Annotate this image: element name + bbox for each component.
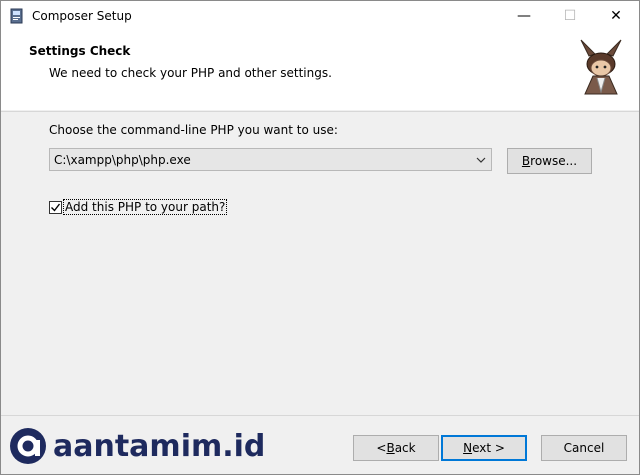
maximize-button[interactable]: ☐ [547,1,593,31]
cancel-button[interactable]: Cancel [541,435,627,461]
chevron-down-icon [476,157,486,163]
page-subtitle: We need to check your PHP and other sett… [49,66,332,80]
setup-window: Composer Setup — ☐ ✕ Settings Check We n… [0,0,640,475]
header-divider [1,111,639,112]
minimize-button[interactable]: — [501,1,547,31]
browse-button[interactable]: Browse... [507,148,592,174]
page-title: Settings Check [29,44,131,58]
brand-text: aantamim.id [53,428,266,464]
php-choose-label: Choose the command-line PHP you want to … [49,123,338,137]
footer-divider [1,415,639,416]
brand-logo-icon [10,428,46,464]
title-bar: Composer Setup — ☐ ✕ [1,1,639,31]
composer-logo-icon [571,34,631,102]
brand-watermark: aantamim.id [9,426,265,466]
close-button[interactable]: ✕ [593,1,639,31]
wizard-header: Settings Check We need to check your PHP… [1,31,639,110]
add-to-path-label[interactable]: Add this PHP to your path? [63,199,228,215]
php-path-value: C:\xampp\php\php.exe [54,153,191,167]
php-path-select[interactable]: C:\xampp\php\php.exe [49,148,492,171]
back-button[interactable]: < Back [353,435,439,461]
composer-app-icon [10,8,23,24]
next-button[interactable]: Next > [441,435,527,461]
add-to-path-checkbox[interactable] [49,201,62,214]
checkmark-icon [51,203,61,212]
window-title: Composer Setup [32,9,132,23]
